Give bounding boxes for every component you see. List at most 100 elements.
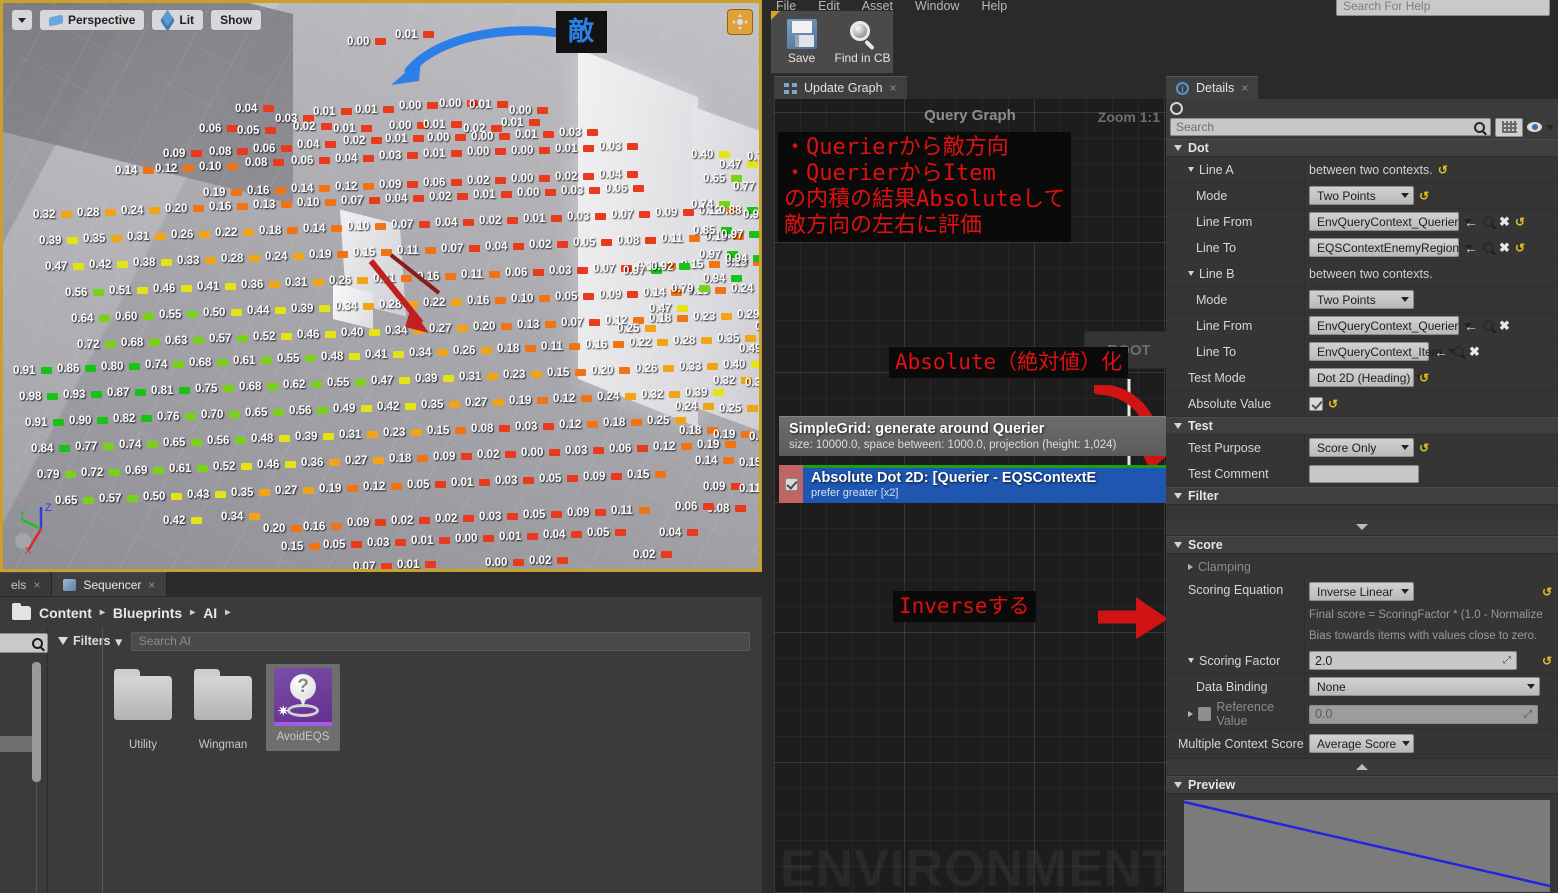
reset-icon[interactable]: ↺ [1328, 398, 1338, 410]
details-tab-row[interactable]: i Details × [1166, 76, 1558, 99]
breadcrumb-content[interactable]: Content [39, 605, 92, 621]
graph-tab-row[interactable]: Update Graph × [774, 76, 1166, 99]
chevron-down-icon[interactable] [1188, 167, 1194, 172]
row-line-b-to[interactable]: Line To EnvQueryContext_Item ← ✖ [1166, 339, 1558, 365]
tab-details[interactable]: i Details × [1166, 76, 1258, 99]
breadcrumb-ai[interactable]: AI [203, 605, 217, 621]
row-reference-value[interactable]: Reference Value 0.0 ⤢ [1166, 700, 1558, 729]
tab-levels[interactable]: els × [0, 572, 52, 596]
section-header-score[interactable]: Score [1166, 536, 1558, 554]
test-purpose-dropdown[interactable]: Score Only [1309, 438, 1414, 457]
sources-scrollbar[interactable] [32, 662, 41, 782]
details-top-row[interactable] [1166, 99, 1558, 117]
viewport-camera-mode-button[interactable]: Perspective [39, 9, 145, 31]
asset-tile-avoideqs[interactable]: ? ✷ AvoidEQS [266, 664, 340, 751]
reset-icon[interactable]: ↺ [1419, 190, 1429, 202]
browse-icon[interactable] [1483, 320, 1494, 331]
panel-divider[interactable] [102, 628, 103, 893]
row-line-b-from[interactable]: Line From EnvQueryContext_Querier ← ✖ [1166, 313, 1558, 339]
row-test-purpose[interactable]: Test Purpose Score Only ↺ [1166, 435, 1558, 461]
level-viewport[interactable]: 0.000.010.040.030.010.010.000.000.010.00… [0, 0, 762, 572]
browse-icon[interactable] [1483, 242, 1494, 253]
test-mode-dropdown[interactable]: Dot 2D (Heading) [1309, 368, 1414, 387]
multiple-context-score-dropdown[interactable]: Average Score [1309, 734, 1414, 753]
row-scoring-equation[interactable]: Scoring Equation Inverse Linear ↺ Final … [1166, 579, 1558, 648]
find-in-cb-button[interactable]: Find in CB [832, 19, 893, 65]
row-line-a-mode[interactable]: Mode Two Points ↺ [1166, 183, 1558, 209]
editor-toolbar[interactable]: Save Find in CB [770, 10, 894, 74]
tab-update-graph[interactable]: Update Graph × [774, 76, 907, 99]
viewport-options-button[interactable] [11, 9, 33, 31]
query-graph-canvas[interactable]: Query Graph Zoom 1:1 ENVIRONMENT ・Querie… [774, 99, 1166, 893]
row-line-a[interactable]: Line A between two contexts. ↺ [1166, 157, 1558, 183]
reference-value-input[interactable]: 0.0 ⤢ [1309, 705, 1538, 724]
content-browser-asset-view[interactable]: Filters ▾ Search AI Utility [48, 628, 762, 893]
use-selected-icon[interactable]: ← [1464, 241, 1478, 255]
row-test-mode[interactable]: Test Mode Dot 2D (Heading) ↺ [1166, 365, 1558, 391]
row-line-a-to[interactable]: Line To EQSContextEnemyRegion ← ✖ ↺ [1166, 235, 1558, 261]
reset-icon[interactable]: ↺ [1438, 164, 1448, 176]
chevron-right-icon[interactable] [1188, 564, 1193, 570]
line-a-mode-dropdown[interactable]: Two Points [1309, 186, 1414, 205]
details-view-grid-button[interactable] [1495, 118, 1523, 137]
absolute-value-checkbox[interactable] [1309, 397, 1323, 411]
chevron-down-icon[interactable] [1188, 658, 1194, 663]
row-scoring-factor[interactable]: Scoring Factor 2.0 ⤢ ↺ [1166, 648, 1558, 674]
clear-icon[interactable]: ✖ [1499, 215, 1510, 228]
close-icon[interactable]: × [33, 578, 40, 592]
reset-icon[interactable]: ↺ [1419, 372, 1429, 384]
graph-test-node[interactable]: Absolute Dot 2D: [Querier - EQSContextE … [779, 465, 1166, 503]
bottom-panel-tabs[interactable]: els × Sequencer × [0, 572, 762, 596]
reset-icon[interactable]: ↺ [1419, 442, 1429, 454]
line-b-from-dropdown[interactable]: EnvQueryContext_Querier [1309, 316, 1459, 335]
details-panel[interactable]: i Details × Search Dot [1166, 76, 1558, 893]
asset-tile-wingman[interactable]: Wingman [186, 664, 260, 751]
test-comment-input[interactable] [1309, 465, 1419, 483]
reset-icon[interactable]: ↺ [1542, 655, 1552, 667]
reference-value-checkbox[interactable] [1198, 707, 1211, 721]
viewport-toolbar[interactable]: Perspective Lit Show [11, 9, 262, 31]
viewport-transform-gizmo-button[interactable] [727, 9, 753, 35]
row-absolute-value[interactable]: Absolute Value ↺ [1166, 391, 1558, 417]
asset-grid[interactable]: Utility Wingman ? [48, 654, 762, 751]
clear-icon[interactable]: ✖ [1499, 241, 1510, 254]
scoring-equation-dropdown[interactable]: Inverse Linear [1309, 582, 1414, 601]
section-header-preview[interactable]: Preview [1166, 776, 1558, 794]
browse-icon[interactable] [1453, 346, 1464, 357]
test-node-body[interactable]: Absolute Dot 2D: [Querier - EQSContextE … [803, 465, 1166, 503]
use-selected-icon[interactable]: ← [1464, 319, 1478, 333]
section-header-test[interactable]: Test [1166, 417, 1558, 435]
score-collapse-expander[interactable] [1166, 759, 1558, 776]
visibility-eye-icon[interactable] [1527, 122, 1542, 132]
spinner-icon[interactable]: ⤢ [1524, 709, 1532, 720]
spinner-icon[interactable]: ⤢ [1503, 655, 1511, 666]
search-input[interactable]: Search [1170, 118, 1491, 136]
row-line-b[interactable]: Line B between two contexts. [1166, 261, 1558, 287]
row-line-a-from[interactable]: Line From EnvQueryContext_Querier ← ✖ ↺ [1166, 209, 1558, 235]
viewport-show-button[interactable]: Show [210, 9, 262, 31]
breadcrumb-blueprints[interactable]: Blueprints [113, 605, 182, 621]
save-button[interactable]: Save [771, 19, 832, 65]
use-selected-icon[interactable]: ← [1434, 345, 1448, 359]
details-search-row[interactable]: Search [1166, 117, 1558, 139]
filters-button[interactable]: Filters ▾ [58, 634, 122, 649]
line-b-mode-dropdown[interactable]: Two Points [1309, 290, 1414, 309]
row-line-b-mode[interactable]: Mode Two Points [1166, 287, 1558, 313]
tab-sequencer[interactable]: Sequencer × [52, 572, 167, 596]
breadcrumb[interactable]: Content ▸ Blueprints ▸ AI ▸ [0, 597, 762, 628]
content-browser[interactable]: Content ▸ Blueprints ▸ AI ▸ [0, 596, 762, 893]
clear-icon[interactable]: ✖ [1499, 319, 1510, 332]
sources-selected-row[interactable] [0, 736, 32, 752]
row-test-comment[interactable]: Test Comment [1166, 461, 1558, 487]
use-selected-icon[interactable]: ← [1464, 215, 1478, 229]
line-b-to-dropdown[interactable]: EnvQueryContext_Item [1309, 342, 1429, 361]
details-lock-icon[interactable] [1170, 102, 1183, 115]
reset-icon[interactable]: ↺ [1542, 586, 1552, 598]
row-data-binding[interactable]: Data Binding None [1166, 674, 1558, 700]
scoring-factor-input[interactable]: 2.0 ⤢ [1309, 651, 1517, 670]
menu-window[interactable]: Window [915, 0, 959, 13]
help-search-input[interactable]: Search For Help [1336, 0, 1550, 16]
asset-view-filter-bar[interactable]: Filters ▾ Search AI [48, 628, 762, 654]
close-icon[interactable]: × [1241, 81, 1248, 95]
reset-icon[interactable]: ↺ [1515, 216, 1525, 228]
